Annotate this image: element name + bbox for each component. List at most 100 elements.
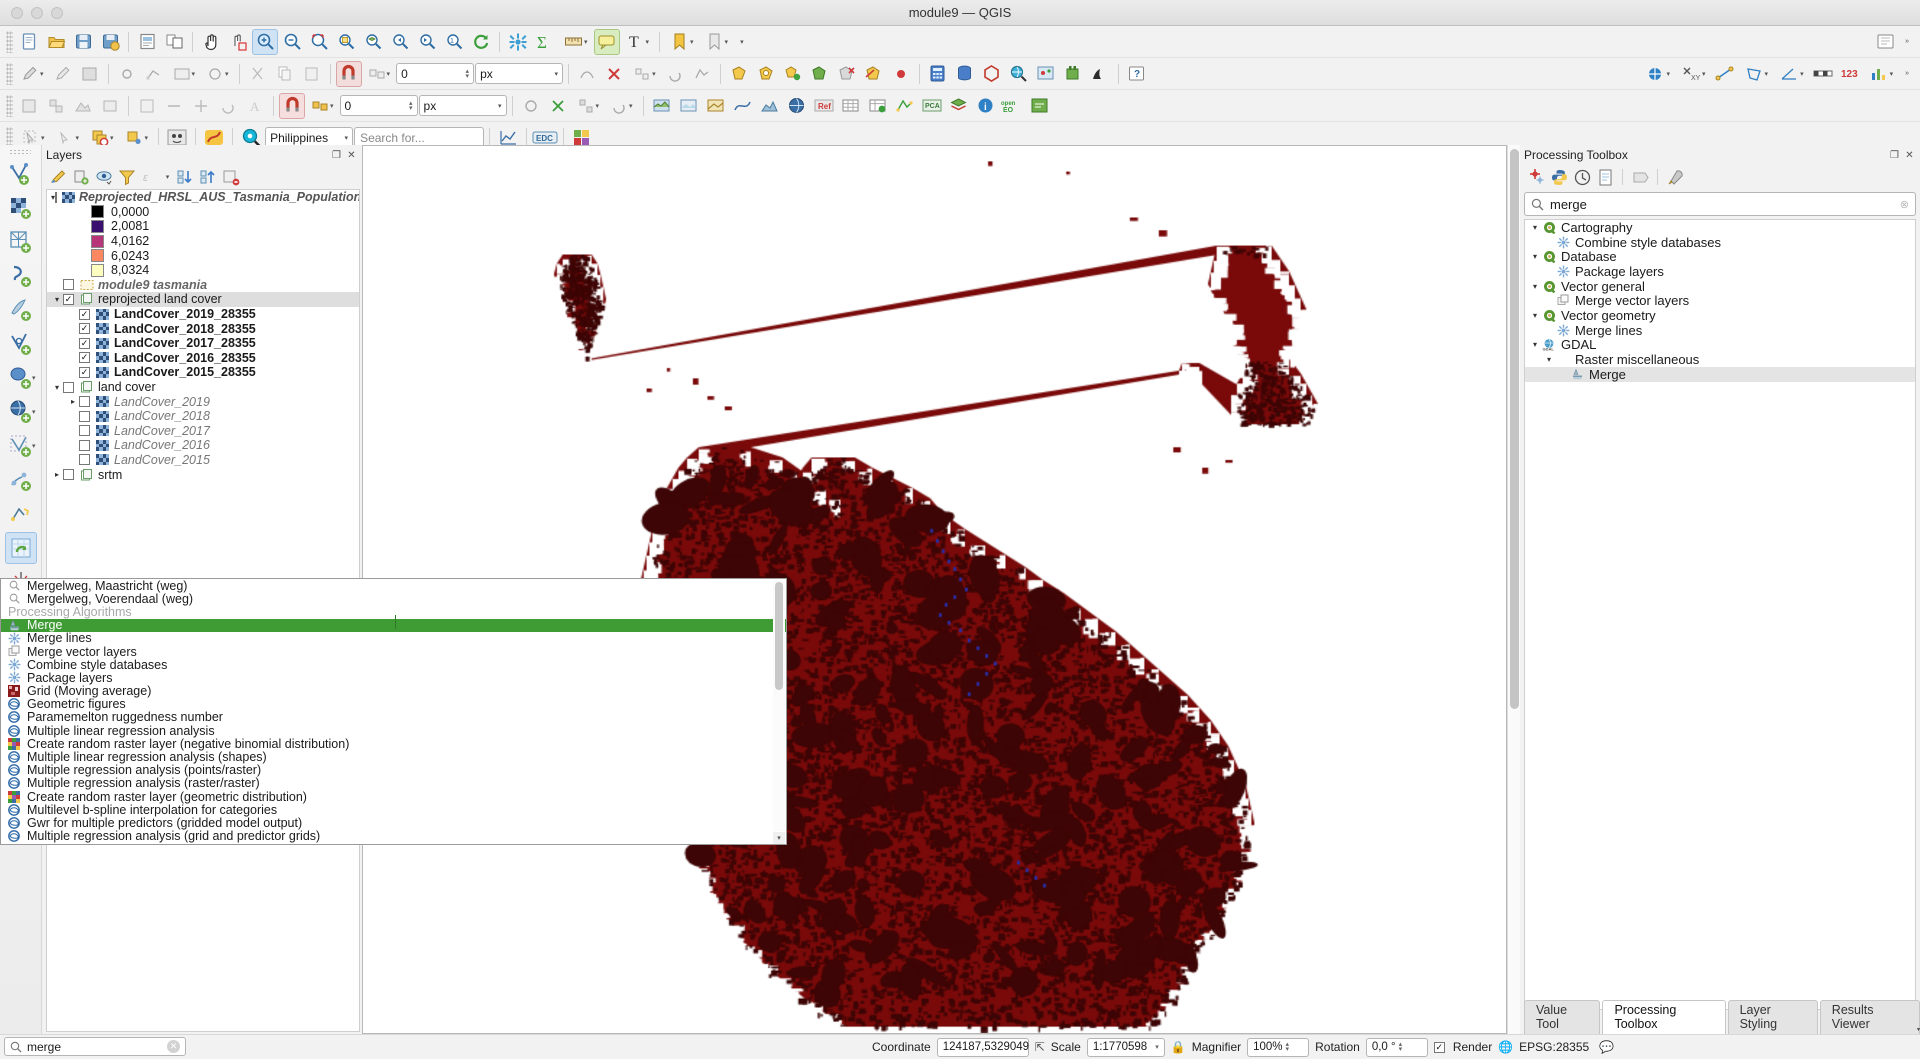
pca-icon[interactable]: PCA (919, 93, 945, 119)
expand-all-icon[interactable] (175, 167, 195, 187)
open-field-calculator-icon[interactable] (925, 61, 951, 87)
spline-icon[interactable] (730, 93, 756, 119)
cut-features-icon[interactable] (245, 61, 271, 87)
panel-tab[interactable]: Results Viewer (1819, 1000, 1920, 1034)
layer-visibility-checkbox[interactable] (79, 439, 90, 451)
select-by-coordinate-icon[interactable]: XY ▾ (1676, 61, 1711, 87)
new-geopackage-layer-icon[interactable] (5, 294, 37, 326)
delete-selected-icon[interactable] (601, 61, 627, 87)
layer-visibility-checkbox[interactable]: ✓ (63, 293, 74, 305)
layer-tree-row[interactable]: 4,0162 (47, 234, 359, 249)
split-features-icon[interactable]: ▾ (572, 93, 605, 119)
map-tips-icon[interactable] (593, 28, 620, 55)
locator-result-item[interactable]: Multilevel b-spline interpolation for ca… (1, 803, 786, 817)
layer-tree-row[interactable]: 6,0243 (47, 248, 359, 263)
processing-toolbox-icon[interactable] (505, 29, 531, 55)
snapping-magnet-icon[interactable] (335, 60, 362, 87)
fill-ring-icon[interactable] (807, 61, 833, 87)
processing-tree-row[interactable]: ▾ GDAL GDAL (1525, 337, 1915, 352)
locator-result-item[interactable]: Merge lines (1, 631, 786, 645)
show-bookmarks-icon[interactable]: ▾ (700, 29, 734, 55)
new-project-icon[interactable] (16, 29, 42, 55)
topology-check-icon[interactable] (518, 93, 544, 119)
locator-result-item[interactable]: Merge (1, 618, 786, 632)
rotate-point-icon[interactable]: ▾ (605, 93, 638, 119)
locator-result-item[interactable]: Multiple linear regression analysis (1, 724, 786, 738)
stepper-arrows[interactable]: ▴ ▾ (1399, 1041, 1403, 1053)
stepper-arrows[interactable]: ▴ ▾ (466, 68, 470, 80)
mesh-icon[interactable] (892, 93, 918, 119)
open-eo-icon[interactable]: open EO (1000, 93, 1026, 119)
add-part-icon[interactable] (780, 61, 806, 87)
layout-manager-icon[interactable] (161, 29, 187, 55)
add-wms-layer-icon[interactable]: ▾ (5, 396, 37, 428)
clear-icon[interactable]: ✕ (167, 1040, 180, 1053)
pin-labels-icon[interactable] (134, 93, 160, 119)
new-print-layout-icon[interactable] (134, 29, 160, 55)
messages-icon[interactable]: 💬 (1599, 1040, 1614, 1054)
layer-tree-row[interactable]: 8,0324 (47, 263, 359, 278)
current-edits-icon[interactable]: ▾ (16, 61, 49, 87)
processing-tree-row[interactable]: ▾ Vector general (1525, 279, 1915, 294)
database-icon[interactable] (952, 61, 978, 87)
zoom-native-icon[interactable]: 1 (441, 29, 467, 55)
render-checkbox[interactable]: ✓ (1433, 1041, 1445, 1053)
snapping-mode-icon[interactable]: ▾ (363, 61, 396, 87)
raster-terrain-icon[interactable] (70, 93, 96, 119)
help-icon[interactable]: ? (1124, 61, 1150, 87)
chevron-down-icon[interactable]: ▾ (163, 167, 172, 187)
metasearch-icon[interactable] (1006, 61, 1032, 87)
filter-legend-icon[interactable] (117, 167, 137, 187)
stepper-arrows[interactable]: ▴ ▾ (409, 100, 413, 112)
vertex-tool-icon[interactable] (141, 61, 167, 87)
locator-results-popup[interactable]: Mergelweg, Maastricht (weg) Mergelweg, Vo… (0, 578, 787, 845)
layer-tree-row[interactable]: ▾ Reprojected_HRSL_AUS_Tasmania_Populatio… (47, 190, 359, 205)
zoom-next-icon[interactable] (414, 29, 440, 55)
processing-tree-row[interactable]: ▾ Vector geometry (1525, 308, 1915, 323)
georeferencer2-icon[interactable] (5, 498, 37, 530)
new-map-view-icon[interactable] (676, 93, 702, 119)
minimize-button[interactable] (31, 6, 43, 19)
rotate-labels-icon[interactable] (215, 93, 241, 119)
close-button[interactable] (11, 6, 23, 19)
locator-result-item[interactable]: Geometric figures (1, 697, 786, 711)
expander-icon[interactable]: ▾ (1529, 223, 1541, 232)
maximize-button[interactable] (51, 6, 63, 19)
add-ring-icon[interactable] (753, 61, 779, 87)
text-annotation-icon[interactable]: T ▾ (621, 29, 655, 55)
expander-icon[interactable]: ▾ (1543, 355, 1555, 364)
map-themes-icon[interactable] (649, 93, 675, 119)
delete-node-icon[interactable] (545, 93, 571, 119)
expander-icon[interactable]: ▸ (51, 470, 63, 479)
pan-map-icon[interactable] (198, 29, 224, 55)
layer-tree-row[interactable]: LandCover_2018 (47, 409, 359, 424)
new-bookmark-icon[interactable]: ▾ (665, 29, 699, 55)
zoom-to-selection-icon[interactable] (333, 29, 359, 55)
stepper-arrows[interactable]: ▴ ▾ (1286, 1041, 1290, 1053)
layer-tree-row[interactable]: ✓ LandCover_2017_28355 (47, 336, 359, 351)
expander-icon[interactable]: ▸ (67, 397, 79, 406)
layer-visibility-checkbox[interactable]: ✓ (79, 366, 90, 378)
manage-visibility-icon[interactable] (94, 167, 114, 187)
window-controls[interactable] (0, 6, 63, 19)
expander-icon[interactable]: ▾ (51, 295, 63, 304)
layer-tree-row[interactable]: LandCover_2015 (47, 453, 359, 468)
lock-scale-icon[interactable]: 🔒 (1171, 1040, 1186, 1054)
map-vertical-scrollbar[interactable] (1507, 145, 1520, 1034)
layer-visibility-checkbox[interactable]: ✓ (79, 352, 90, 364)
layer-visibility-checkbox[interactable]: ✓ (79, 308, 90, 320)
layer-visibility-checkbox[interactable] (79, 425, 90, 437)
digitize-shape-icon[interactable]: ▾ (201, 61, 234, 87)
processing-tree-row[interactable]: Merge (1525, 367, 1915, 382)
layer-tree-row[interactable]: ▸ LandCover_2019 (47, 394, 359, 409)
merge-features-icon[interactable]: ▾ (628, 61, 661, 87)
zoom-last-icon[interactable] (387, 29, 413, 55)
layer-tree-row[interactable]: module9 tasmania (47, 278, 359, 293)
tolerance-input[interactable]: 0 ▴ ▾ (339, 95, 418, 116)
processing-tree-row[interactable]: Merge lines (1525, 323, 1915, 338)
zoom-in-icon[interactable] (252, 28, 278, 55)
save-project-as-icon[interactable] (97, 29, 123, 55)
measure-area-icon[interactable]: ▾ (1739, 61, 1774, 87)
chevron-down-icon[interactable]: ▾ (32, 374, 36, 382)
locator-result-item[interactable]: Mergelweg, Voerendaal (weg) (1, 592, 786, 606)
